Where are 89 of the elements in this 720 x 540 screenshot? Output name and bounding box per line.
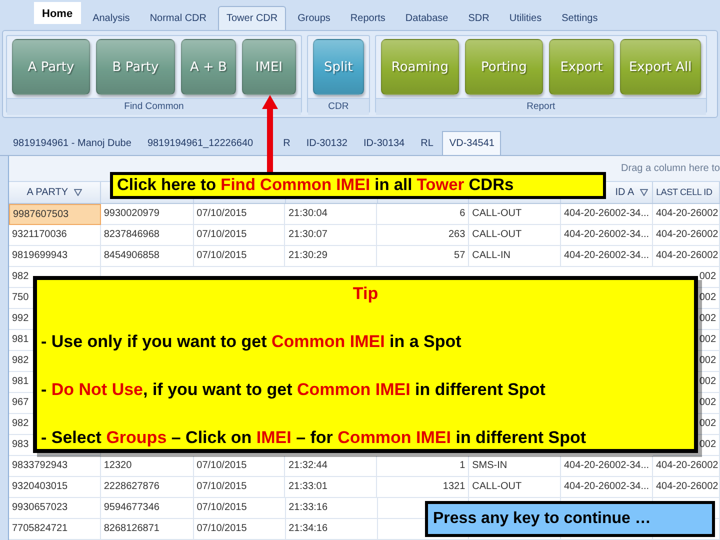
table-cell-text: 07/10/2015: [196, 207, 247, 221]
table-cell-text: 404-20-26002-34...: [564, 249, 650, 263]
document-tab[interactable]: ID-30134: [356, 131, 412, 155]
document-tab[interactable]: VD-34541: [442, 131, 502, 155]
table-cell-text: 07/10/2015: [196, 249, 247, 263]
table-cell-text: 07/10/2015: [196, 459, 247, 473]
table-cell-text: 002: [699, 417, 716, 431]
table-cell-text: 404-20-26002-34...: [564, 459, 650, 473]
table-cell-text: 21:30:04: [288, 207, 328, 221]
document-tab[interactable]: 9819194961_12226640: [140, 131, 260, 155]
ribbon-tab[interactable]: Groups: [290, 6, 338, 30]
filter-icon[interactable]: [640, 188, 648, 196]
table-cell-text: 21:30:07: [288, 228, 328, 242]
table-cell-text: 404-20-26002: [656, 249, 718, 263]
table-cell-text: 404-20-26002: [656, 228, 718, 242]
table-cell-text: 21:32:44: [288, 459, 328, 473]
ribbon-tab[interactable]: Database: [397, 6, 456, 30]
table-cell-text: 57: [454, 249, 466, 263]
group-by-hint: Drag a column here to: [621, 162, 720, 174]
table-cell-text: 07/10/2015: [196, 522, 247, 536]
table-cell-text: 404-20-26002: [656, 480, 718, 494]
table-cell-text: 002: [699, 270, 716, 284]
table-cell[interactable]: 9321170036: [9, 225, 101, 246]
callout-tooltip: Click here to Find Common IMEI in all Tower CDRs: [110, 172, 606, 199]
column-header[interactable]: LAST CELL ID: [656, 187, 712, 198]
continue-toast: Press any key to continue …: [425, 501, 715, 537]
ribbon-tab[interactable]: Analysis: [84, 6, 138, 30]
table-cell[interactable]: 9833792943: [9, 456, 101, 477]
table-cell-text: 07/10/2015: [196, 480, 247, 494]
column-header[interactable]: ID A: [615, 186, 634, 198]
table-cell-text: SMS-IN: [472, 459, 508, 473]
table-cell-text: 1: [460, 459, 466, 473]
filter-icon[interactable]: [74, 188, 82, 196]
table-cell-text: 1321: [442, 480, 466, 494]
table-cell-text: 263: [448, 228, 466, 242]
table-cell-text: 6: [460, 207, 466, 221]
table-cell-text: CALL-OUT: [472, 207, 522, 221]
table-cell[interactable]: 9930657023: [9, 498, 101, 519]
document-tab[interactable]: RL: [414, 131, 440, 155]
table-cell-text: 8454906858: [104, 249, 160, 263]
table-cell-text: 21:33:01: [288, 480, 328, 494]
table-cell-text: CALL-OUT: [472, 480, 522, 494]
table-cell-text: 07/10/2015: [196, 501, 247, 515]
table-cell-text: 002: [699, 438, 716, 452]
table-cell-text: 21:33:16: [288, 501, 328, 515]
table-cell-text: 9594677346: [104, 501, 160, 515]
table-cell-text: 002: [699, 396, 716, 410]
group-label: CDR: [308, 98, 369, 115]
table-cell-text: 002: [699, 375, 716, 389]
ribbon-tab[interactable]: Home: [34, 2, 81, 24]
table-cell-text: 07/10/2015: [196, 228, 247, 242]
table-cell-text: 8237846968: [104, 228, 160, 242]
document-tab[interactable]: R: [276, 131, 298, 155]
ribbon-tab[interactable]: Settings: [554, 6, 606, 30]
ribbon-tab[interactable]: Normal CDR: [142, 6, 214, 30]
tip-text: - Use only if you want to get Common IMEI in a Spot: [41, 332, 462, 352]
ribbon-tab[interactable]: Reports: [342, 6, 394, 30]
table-cell-text: 404-20-26002: [656, 459, 718, 473]
table-cell-text: 002: [699, 333, 716, 347]
tip-title: Tip: [352, 284, 378, 304]
ribbon-tab[interactable]: SDR: [460, 6, 498, 30]
ribbon-tab[interactable]: Utilities: [501, 6, 550, 30]
group-label: Find Common: [7, 98, 301, 115]
table-cell[interactable]: 9320403015: [9, 477, 101, 498]
table-cell-text: 12320: [104, 459, 132, 473]
document-tab[interactable]: ID-30132: [299, 131, 354, 155]
table-cell-text: 21:34:16: [288, 522, 328, 536]
table-cell-text: 404-20-26002-34...: [564, 207, 650, 221]
table-cell[interactable]: 9819699943: [9, 246, 101, 267]
table-cell-text: 404-20-26002: [656, 207, 718, 221]
tip-text: - Do Not Use, if you want to get Common IMEI in different Spot: [41, 380, 546, 400]
table-cell-text: CALL-OUT: [472, 228, 522, 242]
table-cell[interactable]: 7705824721: [9, 519, 101, 540]
selected-cell[interactable]: 9987607503: [9, 204, 101, 225]
table-cell-text: 2228627876: [104, 480, 160, 494]
table-cell-text: 002: [699, 312, 716, 326]
table-cell-text: 002: [699, 354, 716, 368]
ribbon-tab[interactable]: Tower CDR: [218, 6, 286, 30]
table-cell-text: 404-20-26002-34...: [564, 480, 650, 494]
table-cell-text: 002: [699, 291, 716, 305]
column-header[interactable]: A PARTY: [26, 186, 68, 198]
tip-text: - Select Groups – Click on IMEI – for Common IMEI in different Spot: [41, 428, 586, 448]
table-cell-text: 8268126871: [104, 522, 160, 536]
group-label: Report: [376, 98, 706, 115]
table-cell-text: CALL-IN: [472, 249, 510, 263]
document-tab[interactable]: 9819194961 - Manoj Dube: [6, 131, 138, 155]
table-cell-text: 9930020979: [104, 207, 160, 221]
table-cell-text: 21:30:29: [288, 249, 328, 263]
table-cell-text: 404-20-26002-34...: [564, 228, 650, 242]
